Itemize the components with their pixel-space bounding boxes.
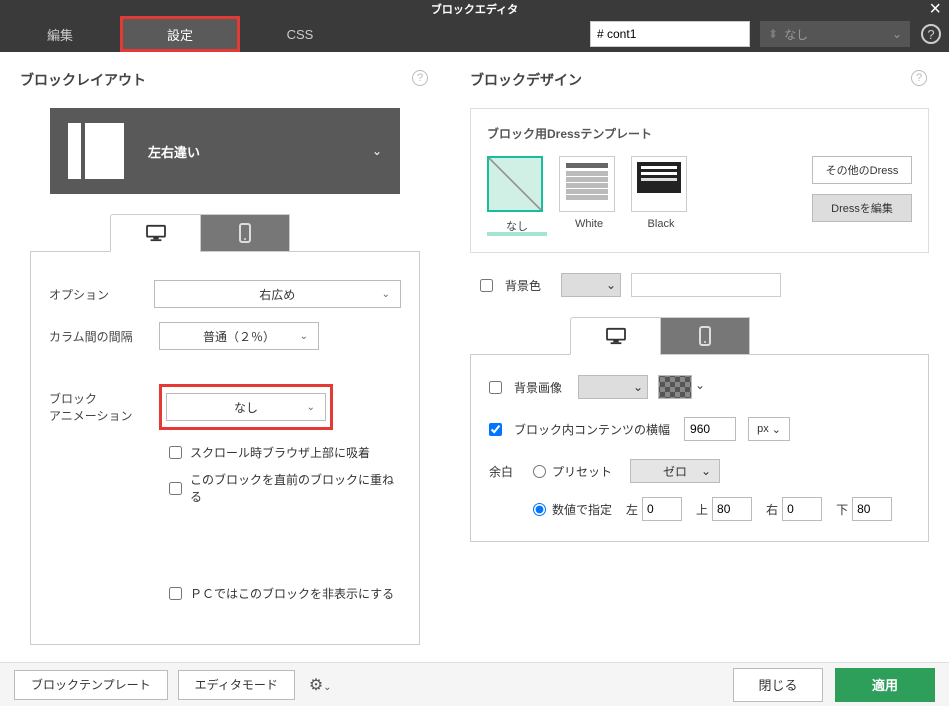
block-id-input[interactable] xyxy=(590,21,750,47)
mobile-icon xyxy=(699,326,711,346)
chevron-down-icon: ⌄ xyxy=(892,27,902,41)
footer: ブロックテンプレート エディタモード ⚙⌄ 閉じる 適用 xyxy=(0,662,949,706)
other-dress-button[interactable]: その他のDress xyxy=(812,156,912,184)
preset-radio[interactable] xyxy=(533,465,546,478)
column-gap-label: カラム間の間隔 xyxy=(49,328,159,345)
tab-edit[interactable]: 編集 xyxy=(0,16,120,52)
chevron-down-icon: ⌄ xyxy=(606,278,616,292)
top-dropdown-value: なし xyxy=(784,26,808,43)
highlight-box: なし ⌄ xyxy=(159,384,333,430)
top-dropdown[interactable]: ⬍なし ⌄ xyxy=(760,21,910,47)
content-width-label: ブロック内コンテンツの横幅 xyxy=(514,421,670,438)
dress-box: ブロック用Dressテンプレート なし White Black その他のDres… xyxy=(470,108,929,253)
tab-css[interactable]: CSS xyxy=(240,16,360,52)
layout-label: 左右違い xyxy=(148,142,200,161)
gear-icon[interactable]: ⚙⌄ xyxy=(309,675,332,695)
apply-button[interactable]: 適用 xyxy=(835,668,935,702)
device-tab-mobile[interactable] xyxy=(200,214,290,252)
preset-label: プリセット xyxy=(552,463,612,480)
column-gap-select[interactable]: 普通（２％） ⌄ xyxy=(159,322,319,350)
main-tabs: 編集 設定 CSS ⬍なし ⌄ ? xyxy=(0,16,949,52)
dress-white[interactable]: White xyxy=(559,156,619,230)
chevron-down-icon: ⌄ xyxy=(300,331,308,342)
bgimage-select[interactable]: ⌄ xyxy=(578,375,648,399)
margin-left-label: 左 xyxy=(626,501,638,518)
margin-top-input[interactable] xyxy=(712,497,752,521)
dress-none[interactable]: なし xyxy=(487,156,547,236)
dress-black[interactable]: Black xyxy=(631,156,691,230)
content-width-checkbox[interactable] xyxy=(489,423,502,436)
bgcolor-input[interactable] xyxy=(631,273,781,297)
design-device-tab-mobile[interactable] xyxy=(660,317,750,355)
margin-bottom-label: 下 xyxy=(836,501,848,518)
chevron-down-icon: ⌄ xyxy=(633,380,643,394)
layout-thumb xyxy=(68,123,124,179)
left-panel: ブロックレイアウト ? 左右違い ⌄ オプション 右広め ⌄ xyxy=(0,52,450,662)
mobile-icon xyxy=(239,223,251,243)
margin-label: 余白 xyxy=(489,463,533,480)
editor-mode-button[interactable]: エディタモード xyxy=(178,670,295,700)
help-icon-left[interactable]: ? xyxy=(412,70,428,86)
block-anim-label: ブロックアニメーション xyxy=(49,390,159,424)
layout-device-panel: オプション 右広め ⌄ カラム間の間隔 普通（２％） ⌄ ブロックアニメーション xyxy=(30,251,420,645)
layout-title: ブロックレイアウト xyxy=(20,70,430,90)
hide-pc-label: ＰＣではこのブロックを非表示にする xyxy=(190,585,394,602)
title-bar: ブロックエディタ × xyxy=(0,0,949,16)
layout-selector[interactable]: 左右違い ⌄ xyxy=(50,108,400,194)
numeric-label: 数値で指定 xyxy=(552,501,612,518)
sticky-checkbox[interactable] xyxy=(169,446,182,459)
preset-select[interactable]: ゼロ ⌄ xyxy=(630,459,720,483)
bgcolor-checkbox[interactable] xyxy=(480,279,493,292)
margin-bottom-input[interactable] xyxy=(852,497,892,521)
close-button[interactable]: 閉じる xyxy=(733,668,823,702)
edit-dress-button[interactable]: Dressを編集 xyxy=(812,194,912,222)
desktop-icon xyxy=(605,327,627,345)
overlap-checkbox[interactable] xyxy=(169,482,182,495)
bgcolor-select[interactable]: ⌄ xyxy=(561,273,621,297)
unit-select[interactable]: px ⌄ xyxy=(748,417,790,441)
bgimage-checkbox[interactable] xyxy=(489,381,502,394)
option-select[interactable]: 右広め ⌄ xyxy=(154,280,401,308)
device-tab-desktop[interactable] xyxy=(110,214,200,252)
sticky-label: スクロール時ブラウザ上部に吸着 xyxy=(190,444,370,461)
chevron-down-icon: ⌄ xyxy=(382,289,390,300)
dress-title: ブロック用Dressテンプレート xyxy=(487,125,912,142)
margin-top-label: 上 xyxy=(696,501,708,518)
bgimage-label: 背景画像 xyxy=(514,379,562,396)
design-device-tab-desktop[interactable] xyxy=(570,317,660,355)
margin-right-input[interactable] xyxy=(782,497,822,521)
margin-right-label: 右 xyxy=(766,501,778,518)
design-device-panel: 背景画像 ⌄ ブロック内コンテンツの横幅 px ⌄ 余白 プリセット ゼロ ⌄ xyxy=(470,354,929,542)
chevron-down-icon: ⌄ xyxy=(372,144,382,158)
right-panel: ブロックデザイン ? ブロック用Dressテンプレート なし White Bla… xyxy=(450,52,949,662)
tab-settings[interactable]: 設定 xyxy=(120,16,240,52)
chevron-down-icon: ⌄ xyxy=(701,464,711,478)
margin-left-input[interactable] xyxy=(642,497,682,521)
help-icon[interactable]: ? xyxy=(921,24,941,44)
overlap-label: このブロックを直前のブロックに重ねる xyxy=(190,471,401,505)
content-width-input[interactable] xyxy=(684,417,736,441)
help-icon-right[interactable]: ? xyxy=(911,70,927,86)
block-template-button[interactable]: ブロックテンプレート xyxy=(14,670,168,700)
design-title: ブロックデザイン xyxy=(470,70,929,90)
block-anim-select[interactable]: なし ⌄ xyxy=(166,393,326,421)
hide-pc-checkbox[interactable] xyxy=(169,587,182,600)
numeric-radio[interactable] xyxy=(533,503,546,516)
bgimage-pattern-select[interactable] xyxy=(658,375,692,399)
chevron-down-icon: ⌄ xyxy=(307,402,315,413)
app-title: ブロックエディタ xyxy=(431,0,518,17)
option-label: オプション xyxy=(49,286,154,303)
desktop-icon xyxy=(145,224,167,242)
bgcolor-label: 背景色 xyxy=(505,277,541,294)
